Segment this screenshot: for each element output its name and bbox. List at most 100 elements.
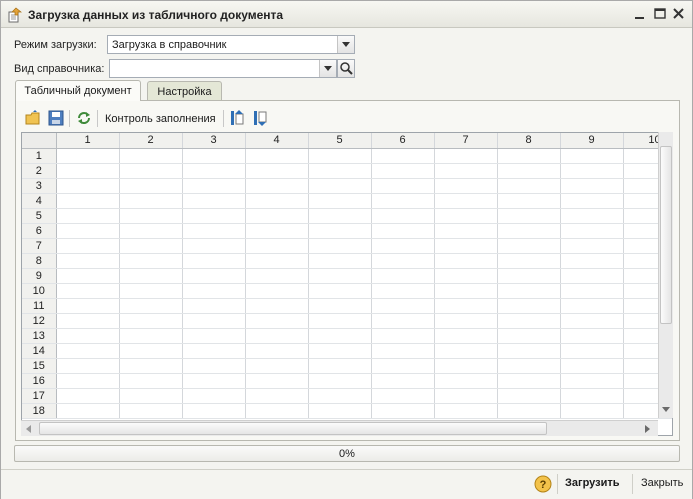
grid-cell[interactable] [182,283,246,299]
grid-cell[interactable] [371,238,435,254]
row-header[interactable]: 15 [22,358,57,374]
grid-cell[interactable] [245,193,309,209]
grid-cell[interactable] [308,343,372,359]
grid-cell[interactable] [497,313,561,329]
grid-cell[interactable] [119,298,183,314]
row-header[interactable]: 17 [22,388,57,404]
grid-cell[interactable] [119,268,183,284]
grid-cell[interactable] [119,313,183,329]
grid-cell[interactable] [245,388,309,404]
grid-cell[interactable] [560,253,624,269]
row-header[interactable]: 4 [22,193,57,209]
row-header[interactable]: 13 [22,328,57,344]
grid-cell[interactable] [434,163,498,179]
grid-cell[interactable] [371,193,435,209]
grid-cell[interactable] [497,298,561,314]
grid-cell[interactable] [245,268,309,284]
grid-cell[interactable] [56,223,120,239]
grid-cell[interactable] [308,223,372,239]
grid-cell[interactable] [371,358,435,374]
grid-cell[interactable] [371,178,435,194]
grid-cell[interactable] [119,373,183,389]
grid-cell[interactable] [245,373,309,389]
refresh-icon[interactable] [75,109,93,127]
grid-cell[interactable] [371,403,435,419]
scroll-left-icon[interactable] [26,425,31,433]
grid-cell[interactable] [308,208,372,224]
move-down-icon[interactable] [251,109,269,127]
grid-cell[interactable] [308,253,372,269]
grid-cell[interactable] [182,193,246,209]
grid-cell[interactable] [245,163,309,179]
grid-cell[interactable] [119,388,183,404]
grid-cell[interactable] [560,283,624,299]
grid-cell[interactable] [560,163,624,179]
grid-cell[interactable] [308,313,372,329]
grid-cell[interactable] [560,328,624,344]
grid-cell[interactable] [56,193,120,209]
row-header[interactable]: 3 [22,178,57,194]
grid-cell[interactable] [56,148,120,164]
grid-cell[interactable] [308,163,372,179]
save-disk-icon[interactable] [47,109,65,127]
spreadsheet-grid[interactable]: 1 2 3 4 5 6 7 8 9 10 1 2 3 4 5 6 7 8 9 10 11 12 13 14 15 16 17 18 [22,133,672,419]
grid-cell[interactable] [497,223,561,239]
grid-cell[interactable] [56,253,120,269]
grid-cell[interactable] [434,313,498,329]
grid-cell[interactable] [119,208,183,224]
grid-cell[interactable] [371,208,435,224]
grid-cell[interactable] [56,283,120,299]
grid-cell[interactable] [308,148,372,164]
grid-cell[interactable] [497,343,561,359]
grid-cell[interactable] [560,313,624,329]
grid-cell[interactable] [434,268,498,284]
grid-cell[interactable] [56,238,120,254]
grid-cell[interactable] [56,298,120,314]
grid-cell[interactable] [245,298,309,314]
grid-cell[interactable] [434,238,498,254]
grid-cell[interactable] [434,343,498,359]
column-header[interactable]: 7 [434,133,498,149]
grid-cell[interactable] [308,298,372,314]
grid-cell[interactable] [245,283,309,299]
spreadsheet[interactable]: 1 2 3 4 5 6 7 8 9 10 1 2 3 4 5 6 7 8 9 10 11 12 13 14 15 16 17 18 [21,132,673,436]
grid-cell[interactable] [119,223,183,239]
grid-cell[interactable] [308,283,372,299]
grid-cell[interactable] [497,358,561,374]
grid-cell[interactable] [497,208,561,224]
row-header[interactable]: 6 [22,223,57,239]
grid-cell[interactable] [371,268,435,284]
grid-cell[interactable] [497,163,561,179]
grid-cell[interactable] [56,358,120,374]
grid-cell[interactable] [371,388,435,404]
grid-cell[interactable] [560,298,624,314]
grid-cell[interactable] [56,343,120,359]
grid-cell[interactable] [56,403,120,419]
grid-cell[interactable] [308,388,372,404]
grid-cell[interactable] [497,373,561,389]
column-header[interactable]: 8 [497,133,561,149]
grid-cell[interactable] [434,403,498,419]
grid-cell[interactable] [560,343,624,359]
grid-cell[interactable] [560,373,624,389]
grid-cell[interactable] [497,268,561,284]
grid-cell[interactable] [371,313,435,329]
grid-cell[interactable] [497,403,561,419]
grid-cell[interactable] [434,298,498,314]
grid-cell[interactable] [182,178,246,194]
column-header[interactable]: 2 [119,133,183,149]
scroll-right-icon[interactable] [645,425,650,433]
column-header[interactable]: 9 [560,133,624,149]
grid-cell[interactable] [434,193,498,209]
grid-cell[interactable] [434,283,498,299]
grid-corner[interactable] [22,133,57,149]
mode-dropdown-button[interactable] [337,36,354,53]
maximize-icon[interactable] [652,7,668,21]
grid-cell[interactable] [245,253,309,269]
grid-cell[interactable] [434,178,498,194]
grid-cell[interactable] [560,193,624,209]
grid-cell[interactable] [308,328,372,344]
column-header[interactable]: 6 [371,133,435,149]
catalog-input[interactable] [109,59,337,78]
grid-cell[interactable] [308,268,372,284]
